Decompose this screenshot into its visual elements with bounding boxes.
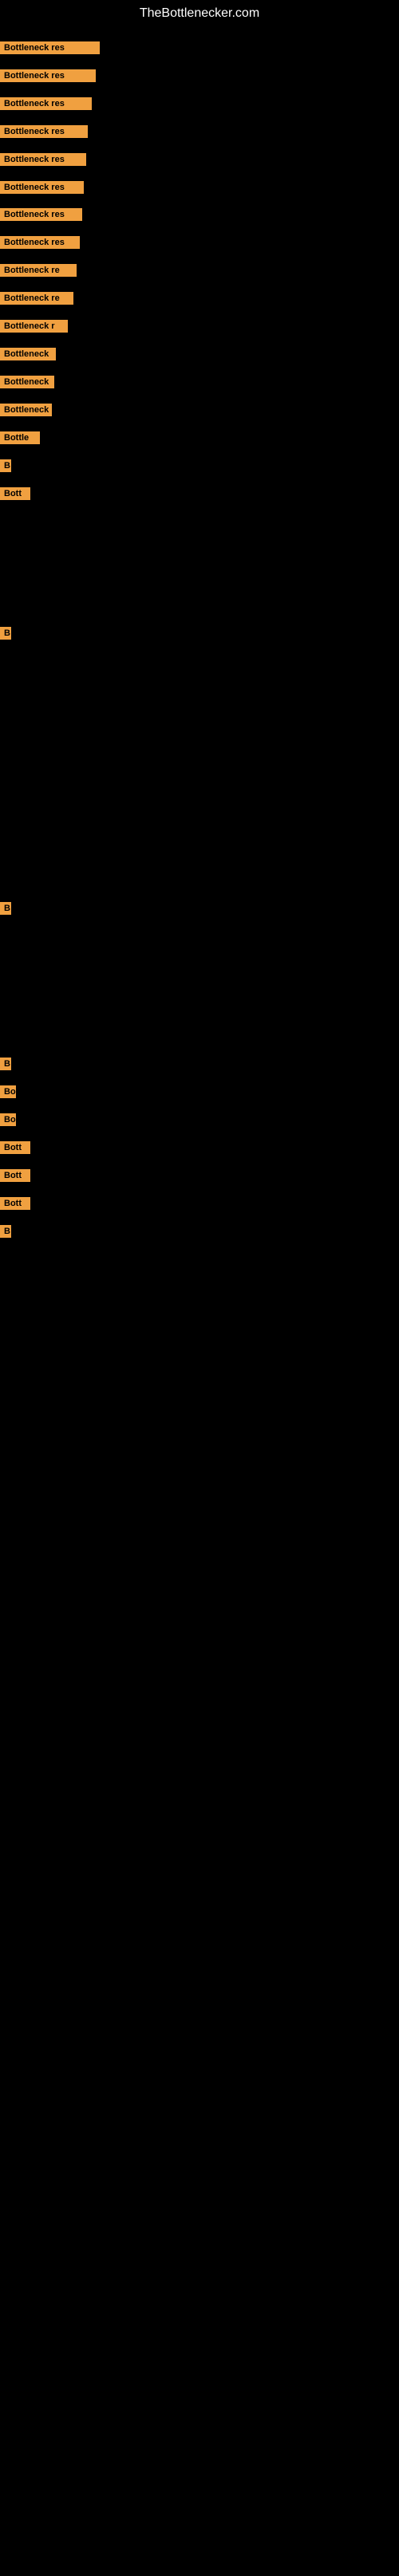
bar-label: B: [0, 1225, 11, 1238]
bar-label: Bo: [0, 1113, 16, 1126]
bar-label: Bottle: [0, 431, 40, 444]
bar-label: Bottleneck res: [0, 69, 96, 82]
bar-label: Bott: [0, 1141, 30, 1154]
bar-label: Bo: [0, 1085, 16, 1098]
bar-label: Bottleneck re: [0, 292, 73, 305]
bar-label: Bottleneck: [0, 348, 56, 360]
bar-label: Bottleneck res: [0, 236, 80, 249]
bar-label: Bottleneck res: [0, 208, 82, 221]
bar-label: Bottleneck res: [0, 181, 84, 194]
bar-label: Bottleneck re: [0, 264, 77, 277]
bar-label: Bottleneck res: [0, 153, 86, 166]
bar-label: Bott: [0, 487, 30, 500]
bar-label: Bottleneck: [0, 376, 54, 388]
bar-label: Bottleneck: [0, 404, 52, 416]
bar-label: Bottleneck res: [0, 125, 88, 138]
bar-label: B: [0, 459, 11, 472]
bar-label: Bott: [0, 1169, 30, 1182]
bar-label: Bottleneck res: [0, 41, 100, 54]
site-title: TheBottlenecker.com: [0, 0, 399, 24]
bar-label: Bottleneck res: [0, 97, 92, 110]
bar-label: Bottleneck r: [0, 320, 68, 333]
bar-label: B: [0, 902, 11, 915]
bar-label: B: [0, 627, 11, 640]
bar-label: B: [0, 1058, 11, 1070]
bar-label: Bott: [0, 1197, 30, 1210]
